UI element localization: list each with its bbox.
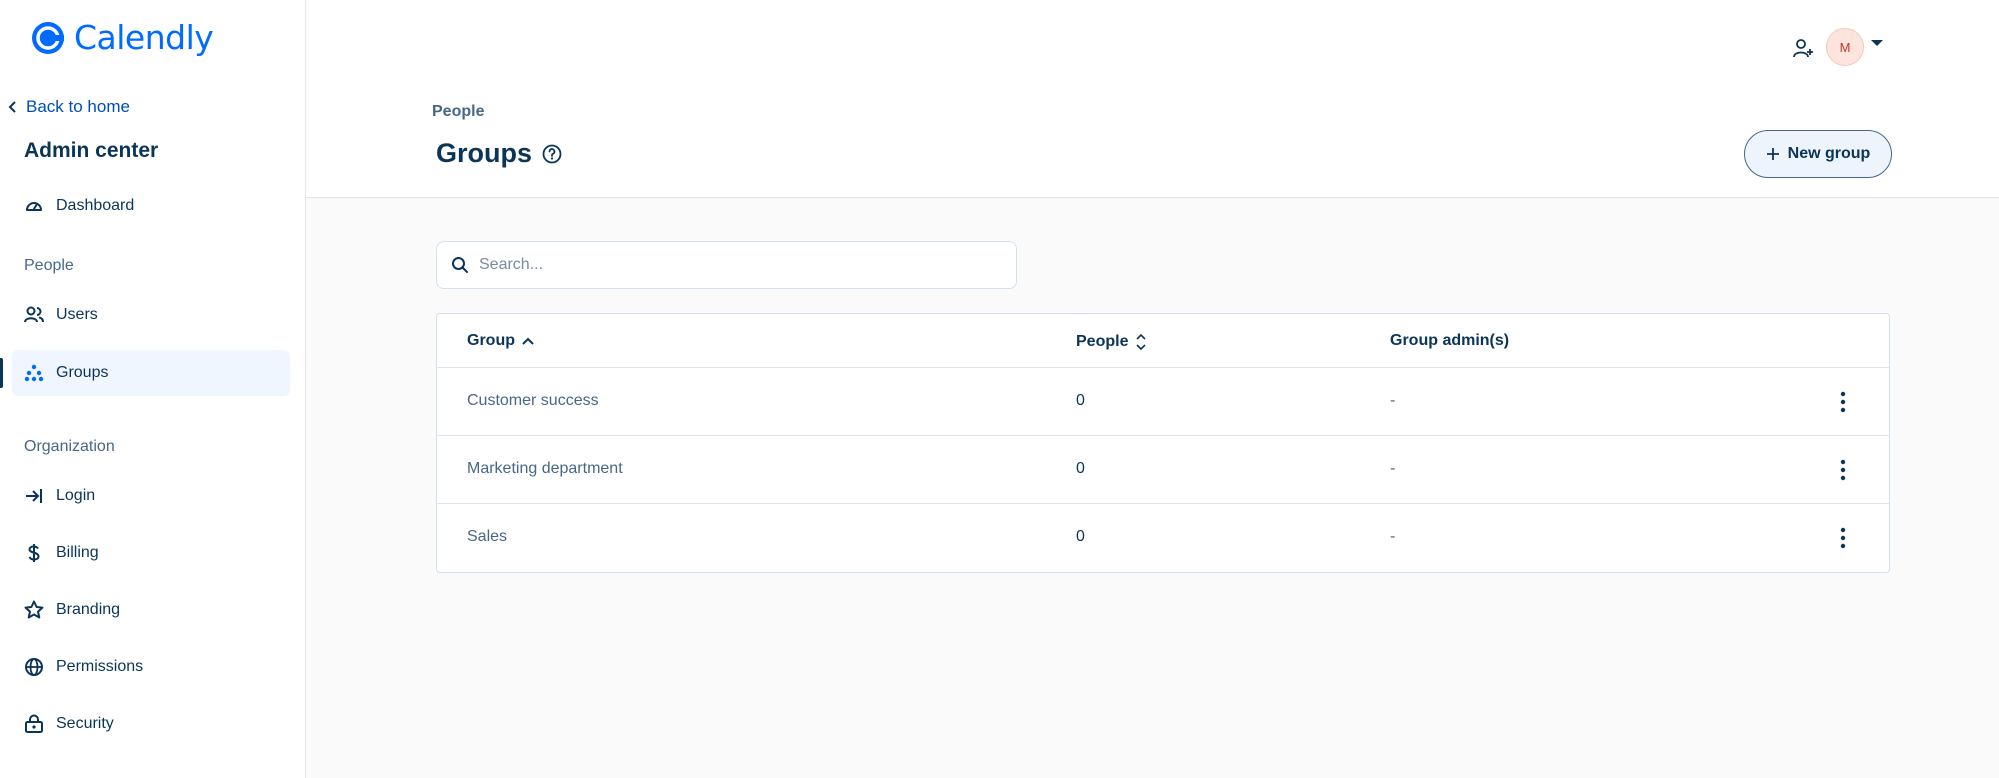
lock-icon [25, 714, 43, 733]
column-header-label: Group admin(s) [1390, 332, 1510, 349]
column-header-group[interactable]: Group [467, 332, 535, 350]
sidebar-item-label: Permissions [56, 658, 144, 675]
login-arrow-icon [26, 489, 42, 503]
chevron-left-icon [8, 101, 16, 113]
sidebar-item-label: Billing [56, 544, 99, 561]
row-actions-button[interactable] [1829, 386, 1857, 418]
breadcrumb[interactable]: People [432, 103, 484, 121]
invite-user-button[interactable] [1783, 28, 1823, 68]
plus-icon [1766, 148, 1779, 160]
group-name[interactable]: Sales [467, 528, 507, 546]
back-to-home-label: Back to home [26, 97, 130, 116]
sidebar-item-branding[interactable]: Branding [12, 587, 290, 633]
page-title: Groups [436, 138, 533, 168]
back-to-home-link[interactable]: Back to home [8, 97, 130, 117]
column-header-label: Group [467, 332, 515, 349]
page-header: People Groups M New group [307, 0, 1999, 198]
sidebar-item-permissions[interactable]: Permissions [12, 644, 290, 690]
star-icon [24, 600, 44, 619]
sidebar-item-login[interactable]: Login [12, 473, 290, 519]
sidebar-item-users[interactable]: Users [12, 292, 290, 338]
people-section-label: People [24, 257, 74, 274]
sidebar-item-security[interactable]: Security [12, 701, 290, 747]
page-title-row: Groups [436, 138, 562, 169]
organization-section-label: Organization [24, 438, 115, 455]
new-group-button[interactable]: New group [1744, 130, 1892, 178]
people-count: 0 [1076, 528, 1085, 545]
table-row[interactable]: Customer success 0 - [437, 368, 1889, 436]
sidebar-item-label: Login [56, 487, 96, 504]
dollar-icon [28, 544, 40, 562]
search-input[interactable] [479, 256, 999, 274]
group-admins: - [1390, 392, 1396, 409]
row-actions-button[interactable] [1829, 522, 1857, 554]
sidebar-item-label: Users [56, 306, 98, 323]
sort-unsorted-icon [1136, 333, 1147, 351]
column-header-label: People [1076, 333, 1129, 350]
sort-ascending-icon [522, 337, 534, 345]
sidebar-item-label: Dashboard [56, 197, 135, 214]
sidebar-item-label: Security [56, 715, 114, 732]
sidebar-item-label: Groups [56, 364, 109, 381]
people-count: 0 [1076, 392, 1085, 409]
table-row[interactable]: Sales 0 - [437, 504, 1889, 572]
caret-down-icon[interactable] [1870, 38, 1884, 48]
sidebar-item-billing[interactable]: Billing [12, 530, 290, 576]
active-indicator [0, 358, 3, 388]
gauge-icon [26, 202, 42, 211]
groups-table: Group People Group admin(s) Customer suc… [436, 313, 1890, 573]
table-header: Group People Group admin(s) [437, 314, 1889, 368]
group-name[interactable]: Customer success [467, 392, 599, 410]
table-row[interactable]: Marketing department 0 - [437, 436, 1889, 504]
kebab-menu-icon [1840, 527, 1846, 549]
groups-icon [24, 364, 44, 382]
kebab-menu-icon [1840, 459, 1846, 481]
search-box[interactable] [436, 241, 1017, 289]
logo-text: Calendly [74, 18, 214, 57]
avatar[interactable]: M [1826, 28, 1864, 66]
row-actions-button[interactable] [1829, 454, 1857, 486]
column-header-admins: Group admin(s) [1390, 332, 1509, 350]
search-icon [452, 257, 468, 273]
sidebar: Calendly Back to home Admin center Dashb… [0, 0, 306, 778]
globe-icon [25, 658, 43, 676]
group-name[interactable]: Marketing department [467, 460, 623, 478]
group-admins: - [1390, 528, 1396, 545]
help-icon[interactable] [542, 144, 562, 164]
sidebar-item-dashboard[interactable]: Dashboard [12, 183, 290, 229]
calendly-logo-icon [32, 21, 64, 54]
admin-center-title: Admin center [24, 139, 159, 162]
group-admins: - [1390, 460, 1396, 477]
people-count: 0 [1076, 460, 1085, 477]
column-header-people[interactable]: People [1076, 332, 1148, 352]
kebab-menu-icon [1840, 391, 1846, 413]
users-icon [24, 306, 44, 323]
calendly-logo[interactable]: Calendly [30, 18, 214, 57]
add-user-icon [1793, 39, 1813, 58]
sidebar-item-groups[interactable]: Groups [12, 350, 290, 396]
new-group-label: New group [1787, 145, 1871, 162]
sidebar-item-label: Branding [56, 601, 121, 618]
